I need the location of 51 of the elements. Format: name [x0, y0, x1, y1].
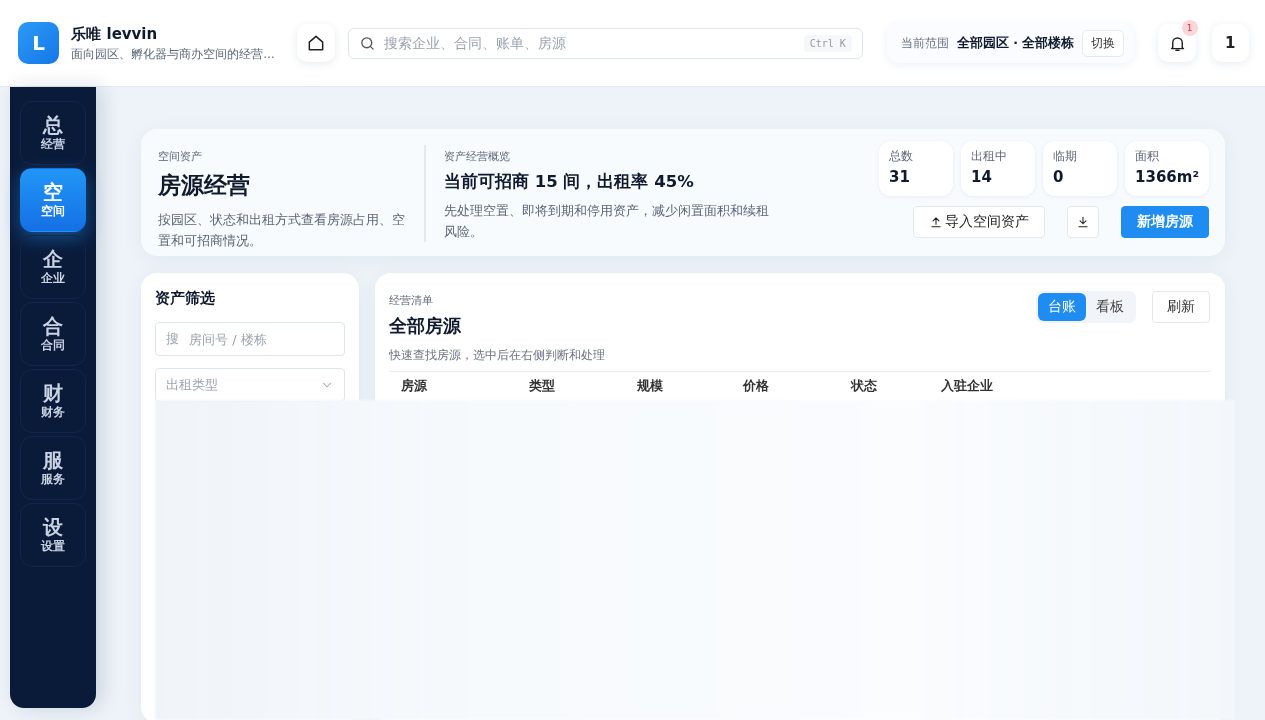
stat-value: 1366m² [1135, 168, 1199, 186]
column-header: 价格 [743, 378, 769, 393]
list-title: 全部房源 [389, 315, 461, 336]
list-subtitle: 快速查找房源，选中后在右侧判断和处理 [389, 348, 605, 362]
nav-item[interactable]: 服 服务 [20, 436, 86, 500]
shortcut-hint: Ctrl K [803, 34, 852, 52]
download-button[interactable] [1067, 206, 1099, 238]
nav-item[interactable]: 空 空间 [20, 168, 86, 232]
overview-headline: 当前可招商 15 间，出租率 45% [444, 172, 694, 191]
panel-title: 资产筛选 [155, 289, 216, 308]
stat-label: 出租中 [971, 149, 1009, 164]
refresh-button[interactable]: 刷新 [1152, 291, 1210, 323]
nav-item[interactable]: 企 企业 [20, 235, 86, 299]
column-header: 入驻企业 [941, 378, 993, 393]
app-tagline: 面向园区、孵化器与商办空间的经营… [71, 46, 276, 62]
scope-value: 全部园区 · 全部楼栋 [956, 34, 1075, 52]
section-label: 经营清单 [389, 294, 433, 307]
search-icon [358, 34, 376, 52]
page-title: 房源经营 [158, 172, 250, 198]
section-label: 资产经营概览 [444, 150, 510, 163]
overview-description: 先处理空置、即将到期和停用资产，减少闲置面积和续租风险。 [444, 203, 769, 239]
stat-label: 临期 [1053, 149, 1079, 164]
column-header: 规模 [637, 378, 663, 393]
stat-value: 31 [889, 168, 911, 186]
nav-item[interactable]: 总 经营 [20, 101, 86, 165]
column-header: 类型 [529, 378, 555, 393]
app-logo: L [18, 22, 60, 64]
nav-item[interactable]: 合 合同 [20, 302, 86, 366]
user-avatar[interactable]: 1 [1211, 24, 1249, 62]
download-icon [1076, 215, 1090, 229]
import-button[interactable]: 导入空间资产 [913, 206, 1045, 238]
upload-icon [929, 215, 943, 229]
nav-item[interactable]: 财 财务 [20, 369, 86, 433]
notification-badge: 1 [1181, 20, 1198, 36]
stat-label: 面积 [1135, 149, 1161, 164]
home-button[interactable] [297, 24, 335, 62]
view-tab[interactable]: 看板 [1086, 293, 1134, 321]
room-search-input[interactable]: 房间号 / 楼栋 [187, 330, 334, 348]
scope-label: 当前范围 [900, 34, 949, 52]
stat-value: 14 [971, 168, 993, 186]
column-header: 状态 [851, 378, 877, 393]
stat-label: 总数 [889, 149, 915, 164]
nav-item[interactable]: 设 设置 [20, 503, 86, 567]
page-description: 按园区、状态和出租方式查看房源占用、空置和可招商情况。 [158, 212, 405, 248]
search-prefix: 搜 [166, 330, 179, 348]
stat-value: 0 [1053, 168, 1065, 186]
section-label: 空间资产 [158, 150, 202, 163]
column-header: 房源 [401, 378, 427, 393]
switch-button[interactable]: 切换 [1082, 29, 1125, 57]
search-input[interactable]: 搜索企业、合同、账单、房源 [381, 34, 798, 52]
app-name: 乐唯 levvin [71, 24, 159, 44]
